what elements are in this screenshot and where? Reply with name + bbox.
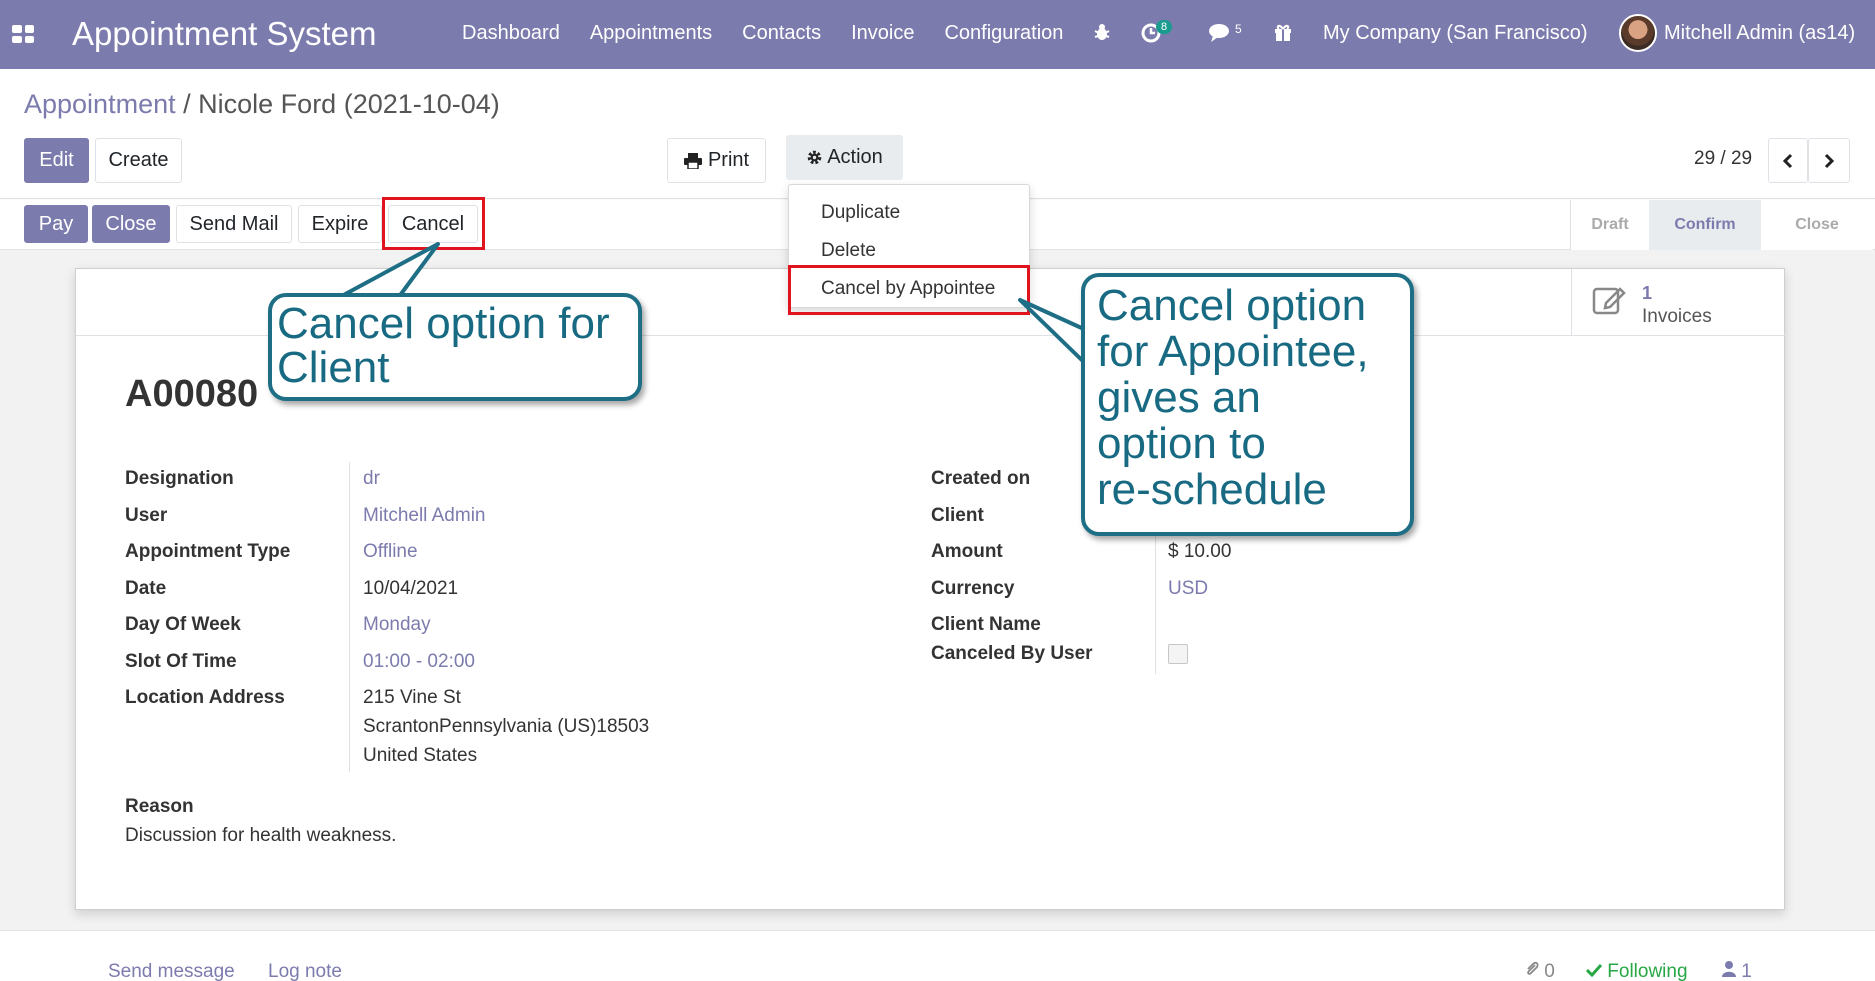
appointee-callout-line-5: re-schedule — [1097, 465, 1327, 514]
client-callout-line-1: Cancel option for — [277, 299, 610, 348]
client-cancel-callout: Cancel option for Client — [268, 293, 642, 401]
client-callout-line-2: Client — [277, 343, 390, 392]
appointee-callout-line-4: option to — [1097, 419, 1266, 468]
appointee-callout-line-3: gives an — [1097, 373, 1261, 422]
appointee-callout-line-2: for Appointee, — [1097, 327, 1369, 376]
appointee-cancel-callout: Cancel option for Appointee, gives an op… — [1081, 273, 1414, 536]
appointee-callout-line-1: Cancel option — [1097, 281, 1367, 330]
callout-pointers — [336, 242, 1092, 370]
